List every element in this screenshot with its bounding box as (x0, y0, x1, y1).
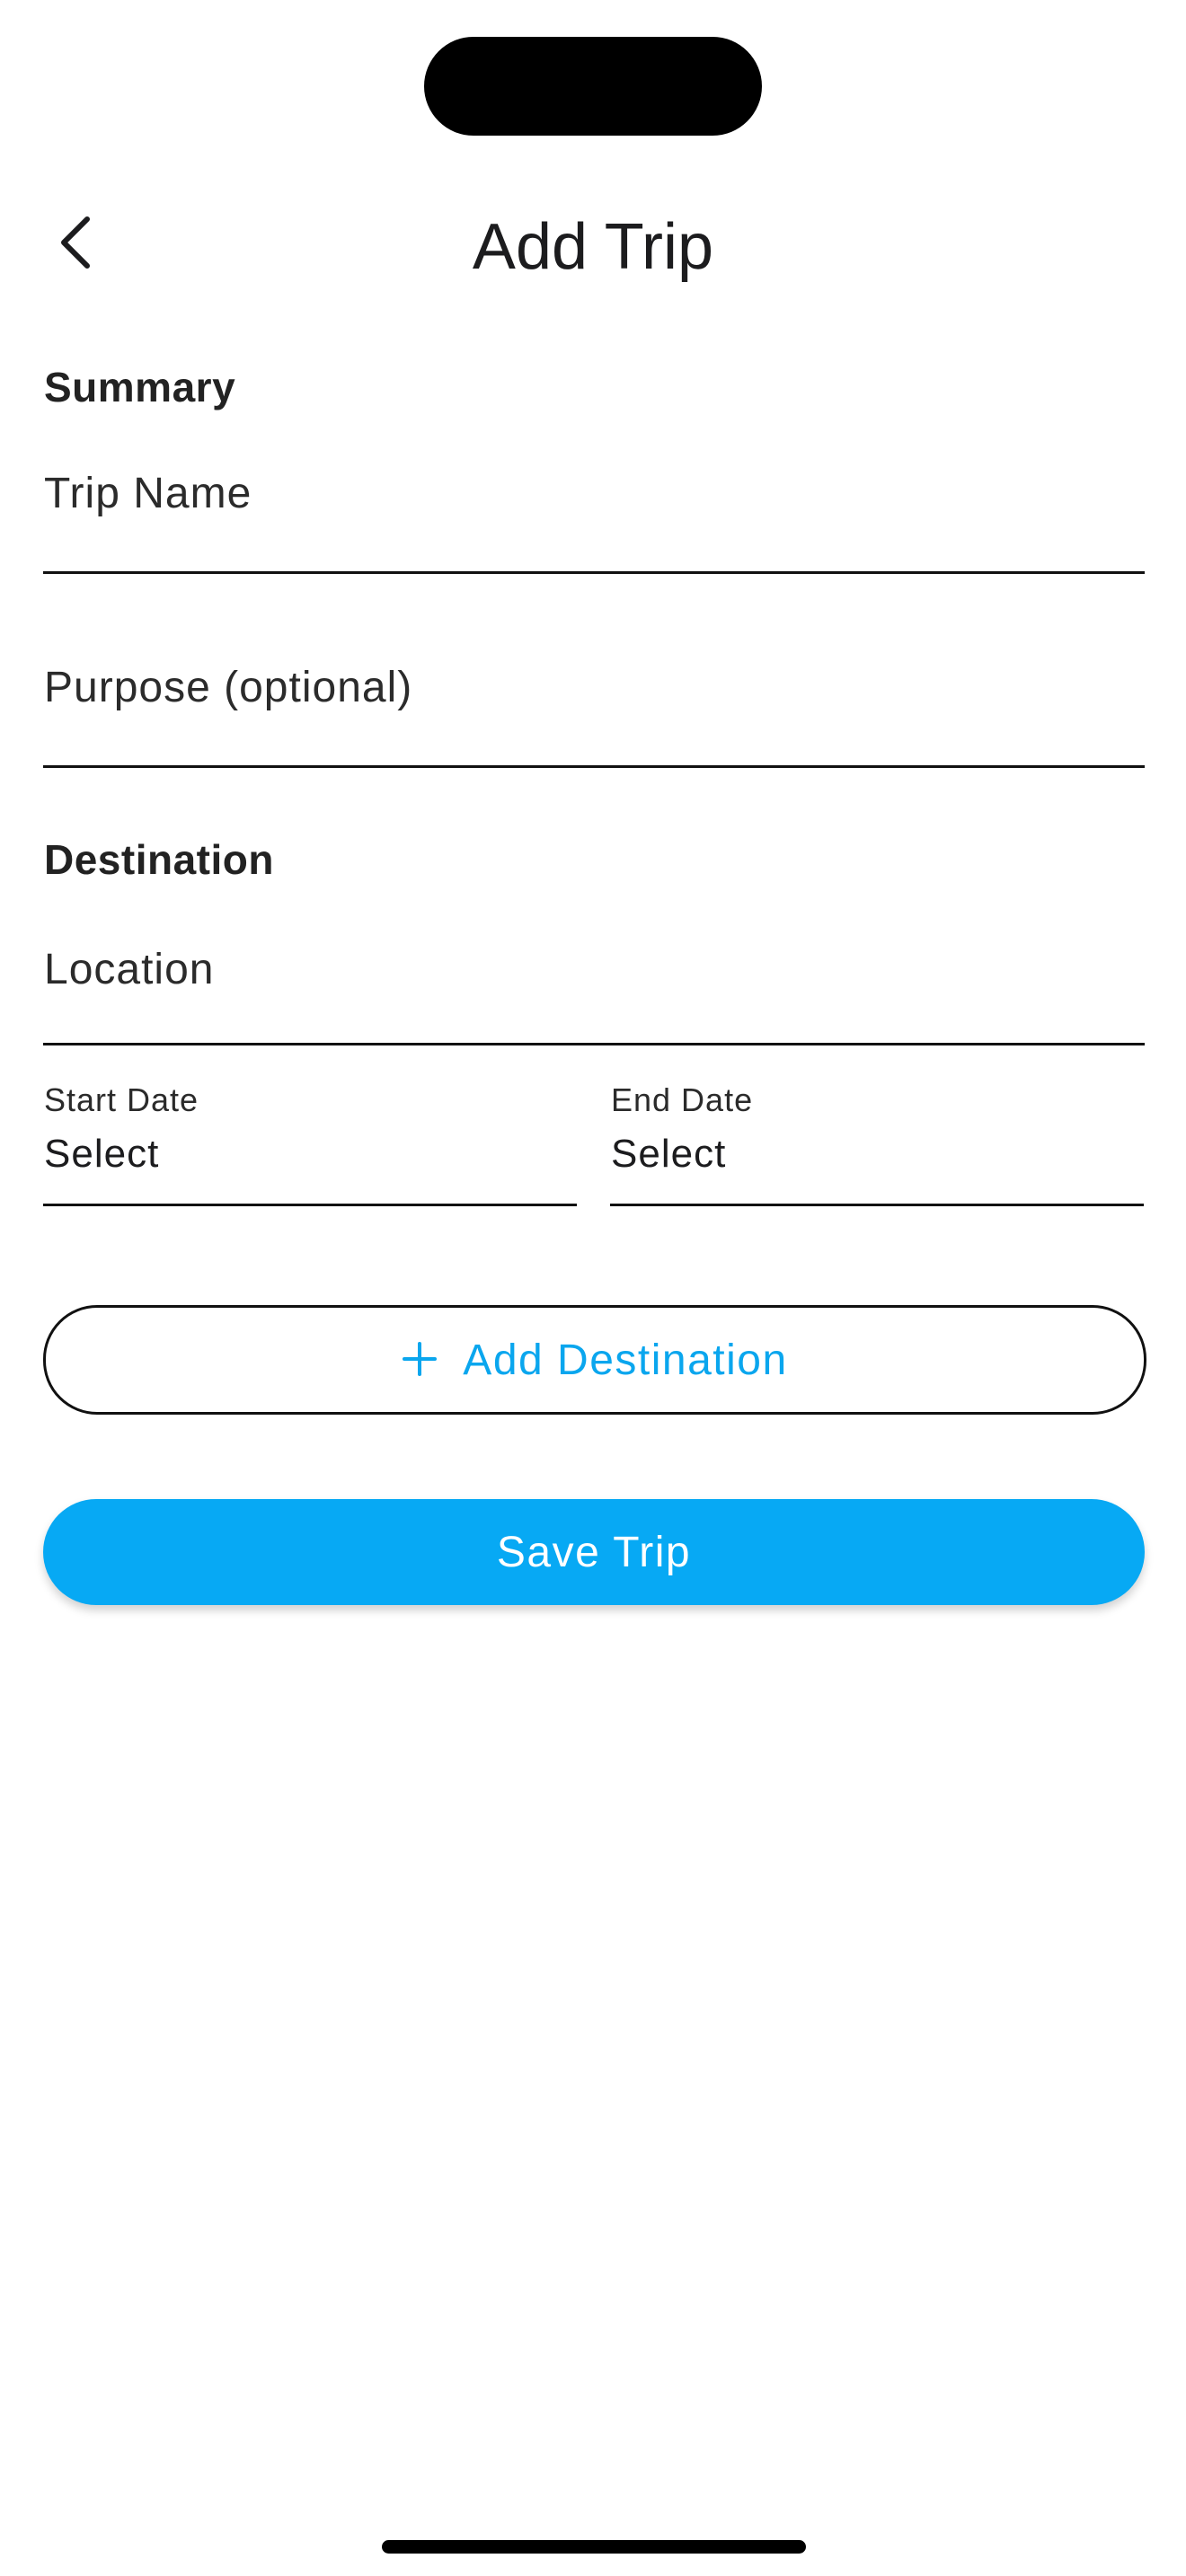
dynamic-island (424, 37, 762, 136)
summary-section-header: Summary (44, 364, 236, 410)
end-date-field[interactable]: End Date Select (610, 1078, 1144, 1206)
purpose-placeholder: Purpose (optional) (44, 664, 413, 711)
start-date-field[interactable]: Start Date Select (43, 1078, 577, 1206)
destination-section-header: Destination (44, 836, 274, 883)
location-field[interactable]: Location (43, 921, 1145, 1045)
end-date-label: End Date (611, 1081, 754, 1118)
location-placeholder: Location (44, 946, 215, 993)
purpose-field[interactable]: Purpose (optional) (43, 643, 1145, 768)
home-indicator[interactable] (382, 2540, 806, 2554)
trip-name-placeholder: Trip Name (44, 470, 252, 517)
save-trip-button[interactable]: Save Trip (43, 1499, 1145, 1605)
start-date-label: Start Date (44, 1081, 199, 1118)
plus-icon (402, 1334, 438, 1386)
save-trip-label: Save Trip (496, 1528, 692, 1576)
add-destination-label: Add Destination (463, 1336, 788, 1384)
end-date-value: Select (611, 1132, 727, 1176)
page-title: Add Trip (472, 211, 714, 283)
start-date-value: Select (44, 1132, 160, 1176)
trip-name-field[interactable]: Trip Name (43, 449, 1145, 574)
navigation-bar: Add Trip (0, 184, 1186, 301)
add-destination-button[interactable]: Add Destination (43, 1305, 1146, 1415)
